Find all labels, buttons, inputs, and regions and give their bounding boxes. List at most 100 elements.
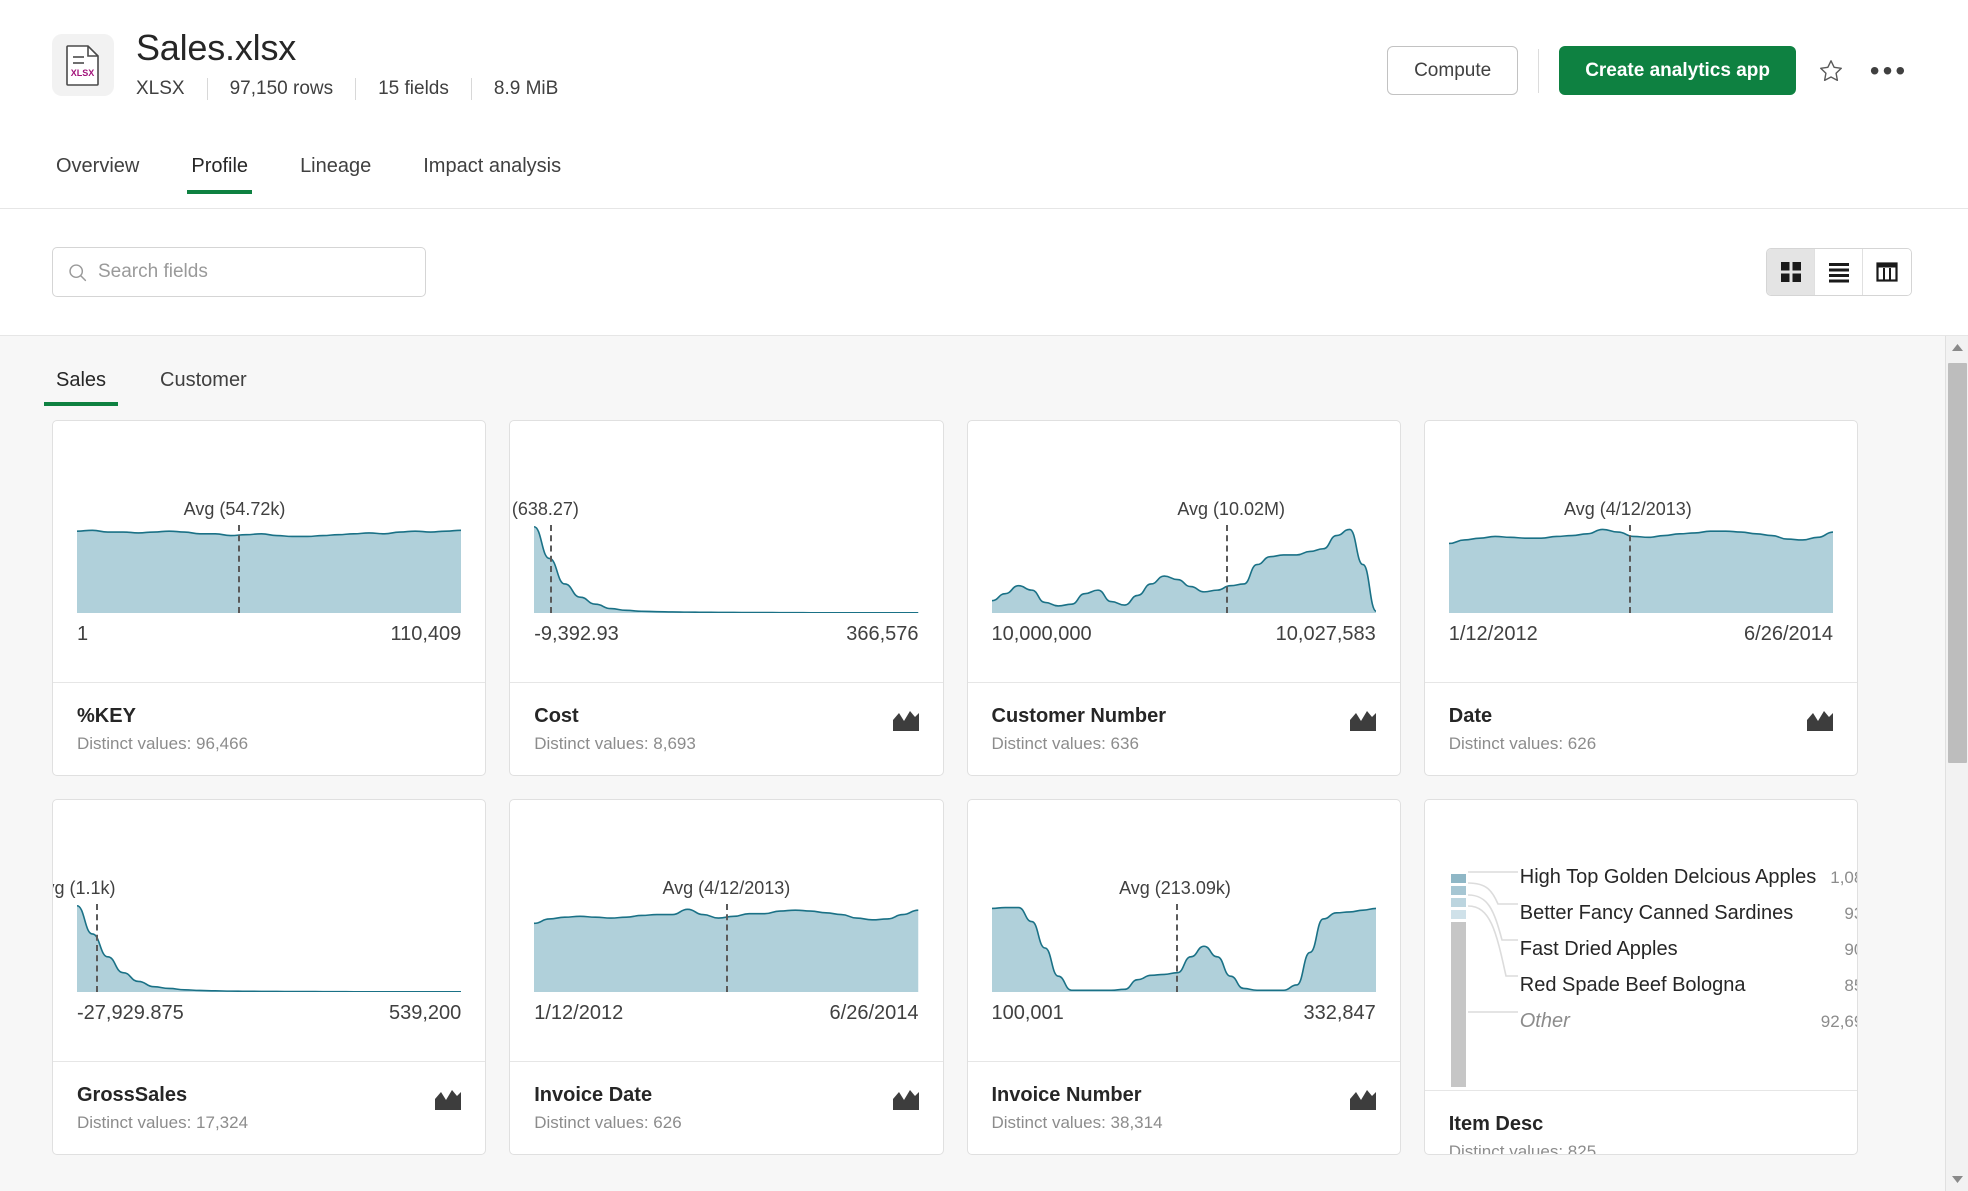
area-fill [1448,529,1833,613]
field-distinct-values: Distinct values: 636 [991,734,1139,753]
chart-average-label: Avg (4/12/2013) [662,878,791,898]
vertical-scrollbar[interactable] [1945,336,1968,1191]
list-view-icon [1828,263,1849,283]
chevron-down-icon [1952,1176,1963,1183]
meta-fields: 15 fields [378,78,449,99]
area-line [534,527,918,613]
average-marker-line [549,525,552,613]
stack-segment[interactable] [1450,886,1466,895]
tab-lineage-label: Lineage [300,155,372,177]
chart-min-label: -27,929.875 [77,1002,184,1024]
main-tabs: Overview Profile Lineage Impact analysis [0,155,1968,209]
field-distribution-chart: Avg (10.02M) 10,000,000 10,027,583 [968,421,1400,682]
meta-format: XLSX [136,78,185,99]
chart-max-label: 110,409 [390,623,462,645]
header-actions: Compute Create analytics app ••• [1387,46,1912,95]
compute-button[interactable]: Compute [1387,46,1519,95]
value-label: Other [1519,1010,1570,1032]
chart-min-label: 1 [77,623,89,645]
field-distinct-values: Distinct values: 96,466 [77,734,249,753]
chart-max-label: 6/26/2014 [829,1002,919,1024]
svg-text:XLSX: XLSX [71,68,95,78]
distribution-area-svg [77,904,462,992]
field-info: Item Desc Distinct values: 825 [1449,1111,1596,1154]
list-item[interactable]: Other 92,692 [1519,1010,1857,1046]
chart-average-label: Avg (1.1k) [53,878,116,898]
area-fill [991,529,1376,613]
distribution-area-svg [77,525,462,613]
field-distribution-chart: Avg (4/12/2013) 1/12/2012 6/26/2014 [510,800,942,1061]
field-card-footer: Invoice Date Distinct values: 626 [510,1061,943,1154]
chart-average-label: Avg (638.27) [510,499,579,519]
field-card[interactable]: Avg (54.72k) 1 110,409 %KEY Distinct val… [52,420,487,776]
meta-rows: 97,150 rows [229,78,334,99]
grid-view-button[interactable] [1767,249,1815,295]
chart-max-label: 6/26/2014 [1744,623,1833,645]
field-distinct-values: Distinct values: 626 [1448,734,1597,753]
average-marker-line [1225,525,1228,613]
field-name: Customer Number [991,705,1166,727]
meta-divider [206,78,208,100]
tab-overview[interactable]: Overview [52,155,143,194]
field-card[interactable]: Avg (638.27) -9,392.93 366,576 Cost Dist… [509,420,944,776]
average-marker-line [96,904,99,992]
field-distinct-values: Distinct values: 626 [534,1113,682,1132]
leader-line-svg [1467,871,1518,1013]
stack-segment[interactable] [1450,874,1466,883]
more-options-button[interactable]: ••• [1866,48,1912,94]
table-view-button[interactable] [1863,249,1911,295]
tab-profile[interactable]: Profile [187,155,252,194]
field-info: %KEY Distinct values: 96,466 [77,703,248,754]
field-name: GrossSales [77,1084,188,1106]
field-card[interactable]: High Top Golden Delcious Apples 1,084 Be… [1423,799,1858,1155]
chart-range-labels: 1/12/2012 6/26/2014 [534,1002,918,1025]
chart-type-icon [1807,709,1833,736]
meta-divider [355,78,357,100]
field-card[interactable]: Avg (4/12/2013) 1/12/2012 6/26/2014 Date… [1423,420,1858,776]
field-distinct-values: Distinct values: 17,324 [77,1113,249,1132]
scroll-down-button[interactable] [1946,1168,1968,1191]
value-label: Red Spade Beef Bologna [1519,974,1746,996]
list-item[interactable]: Fast Dried Apples 901 [1520,938,1857,974]
field-name: Cost [534,705,579,727]
action-divider [1538,48,1540,93]
field-card[interactable]: Avg (4/12/2013) 1/12/2012 6/26/2014 Invo… [509,799,944,1155]
stack-segment[interactable] [1450,922,1466,1087]
search-field-container[interactable] [52,247,426,297]
chart-type-icon [892,709,919,736]
tab-impact-analysis[interactable]: Impact analysis [419,155,565,194]
stack-segment[interactable] [1450,910,1466,919]
field-card[interactable]: Avg (1.1k) -27,929.875 539,200 GrossSale… [52,799,487,1155]
list-item[interactable]: Red Spade Beef Bologna 858 [1519,974,1857,1010]
field-info: Customer Number Distinct values: 636 [992,703,1166,754]
list-item[interactable]: Better Fancy Canned Sardines 931 [1520,902,1857,938]
distribution-area-svg [991,904,1376,992]
stack-segment[interactable] [1450,898,1466,907]
chart-max-label: 539,200 [388,1002,462,1024]
field-name: Invoice Date [534,1084,653,1106]
field-name: Invoice Number [991,1084,1142,1106]
value-label: High Top Golden Delcious Apples [1519,866,1817,888]
subtab-sales[interactable]: Sales [43,369,119,406]
more-options-icon: ••• [1869,54,1909,86]
tab-lineage[interactable]: Lineage [296,155,375,194]
value-count: 858 [1844,976,1857,995]
file-meta: XLSX 97,150 rows 15 fields 8.9 MiB [136,78,1387,100]
chart-min-label: -9,392.93 [534,623,619,645]
scrollbar-thumb[interactable] [1948,363,1967,763]
scroll-up-button[interactable] [1946,336,1968,359]
field-card[interactable]: Avg (10.02M) 10,000,000 10,027,583 Custo… [966,420,1401,776]
chart-range-labels: -9,392.93 366,576 [534,623,918,646]
favorite-button[interactable] [1808,48,1854,94]
grid-view-icon [1780,262,1801,282]
profile-body: Sales Customer Avg (54.72k) 1 110,409 %K… [0,336,1968,1191]
field-card-footer: Date Distinct values: 626 [1424,682,1857,775]
area-fill [77,905,462,992]
create-analytics-app-button[interactable]: Create analytics app [1559,46,1796,95]
field-card[interactable]: Avg (213.09k) 100,001 332,847 Invoice Nu… [966,799,1401,1155]
field-card-footer: %KEY Distinct values: 96,466 [53,682,486,775]
search-input[interactable] [98,261,411,283]
list-item[interactable]: High Top Golden Delcious Apples 1,084 [1519,866,1857,902]
list-view-button[interactable] [1815,249,1863,295]
subtab-customer[interactable]: Customer [156,369,251,406]
